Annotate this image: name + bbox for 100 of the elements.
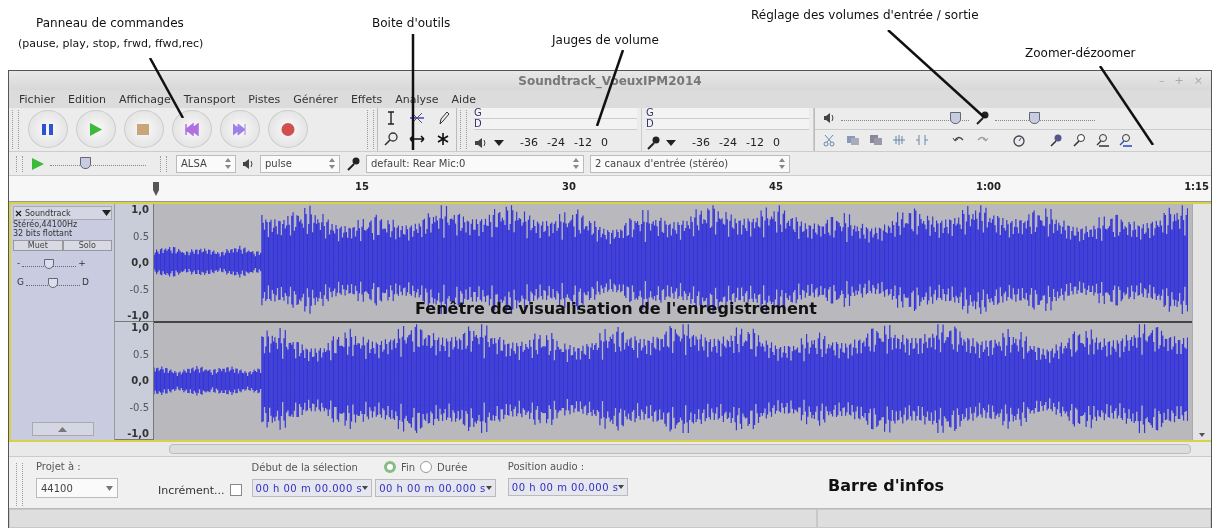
playhead-icon <box>152 182 160 197</box>
radio-button[interactable] <box>383 461 396 473</box>
slider-thumb[interactable] <box>949 111 961 124</box>
menu-item[interactable]: Edition <box>67 92 106 106</box>
combo-value: ALSA <box>181 158 207 169</box>
caret-icon <box>106 485 113 491</box>
output-device-dropdown[interactable]: pulse <box>260 154 340 173</box>
triangle-icon <box>58 426 67 432</box>
track-name-menu[interactable]: Soundtrack <box>13 206 112 221</box>
asterisk-icon[interactable] <box>435 131 451 148</box>
annotation-label: Réglage des volumes d'entrée / sortie <box>751 8 979 22</box>
checkbox[interactable] <box>229 484 242 496</box>
scrollbar-arrow-icon[interactable] <box>1199 433 1205 438</box>
caret-icon[interactable] <box>494 139 504 146</box>
scrollbar-thumb[interactable] <box>169 444 1191 455</box>
ruler-label: 1:15 <box>1184 181 1209 193</box>
spinner-icon <box>225 158 231 169</box>
slider-thumb[interactable] <box>80 157 92 169</box>
input-device-dropdown[interactable]: default: Rear Mic:0 <box>366 154 584 173</box>
scissors-icon[interactable] <box>823 133 837 148</box>
slider-thumb[interactable] <box>48 277 58 288</box>
project-rate-dropdown[interactable]: 44100 <box>36 478 118 498</box>
caret-icon <box>618 485 625 489</box>
zoom-fit-icon[interactable] <box>1118 133 1132 148</box>
annotation-label: (pause, play, stop, frwd, ffwd,rec) <box>18 37 204 50</box>
record-button[interactable] <box>268 110 308 149</box>
radio-button[interactable] <box>420 461 433 473</box>
track-name: Soundtrack <box>25 208 72 218</box>
spinner-icon <box>779 158 785 169</box>
speaker-icon[interactable] <box>474 135 488 150</box>
skip-end-icon <box>233 122 247 136</box>
slider-label: D <box>82 277 89 288</box>
slider-thumb[interactable] <box>1029 111 1041 124</box>
caret-icon[interactable] <box>666 139 676 146</box>
caret-icon <box>362 486 369 490</box>
timer-icon[interactable] <box>1012 133 1026 148</box>
checkbox-label: Incrément... <box>158 483 225 497</box>
speaker-icon <box>823 112 835 125</box>
menu-item[interactable]: Affichage <box>119 92 171 106</box>
combo-value: default: Rear Mic:0 <box>371 158 466 169</box>
toolbar-grip[interactable] <box>460 109 467 149</box>
zoom-fit-icon[interactable] <box>1095 133 1109 148</box>
channel-label: D <box>474 118 483 129</box>
annotation-label: Zoomer-dézoomer <box>1025 46 1136 60</box>
channel-label: D <box>646 118 655 129</box>
skip-start-button[interactable] <box>172 110 212 149</box>
copy-icon[interactable] <box>846 133 860 148</box>
track-toggle-button[interactable]: Solo <box>62 240 112 252</box>
host-dropdown[interactable]: ALSA <box>176 154 236 173</box>
ruler-label: 45 <box>769 181 783 193</box>
toolbar-grip[interactable] <box>16 155 23 172</box>
caret-icon <box>102 210 111 217</box>
scale-label: 0.5 <box>133 348 149 360</box>
slider-label: - <box>17 258 21 269</box>
pause-button[interactable] <box>28 110 68 149</box>
channel-label: G <box>646 107 655 118</box>
microphone-icon[interactable] <box>646 135 660 150</box>
combo-value: 44100 <box>41 482 73 494</box>
radio-label: Fin <box>400 461 416 473</box>
spinner-icon <box>573 158 579 169</box>
slider-thumb[interactable] <box>44 258 55 269</box>
channels-dropdown[interactable]: 2 canaux d'entrée (stéréo) <box>590 154 790 173</box>
close-icon[interactable] <box>14 208 23 218</box>
menu-item[interactable]: Transport <box>183 92 236 106</box>
speaker-icon <box>242 157 254 170</box>
menu-item[interactable]: Aide <box>451 92 476 106</box>
time-field[interactable]: 00 h 00 m 00.000 s <box>507 478 629 496</box>
play-button[interactable] <box>76 110 116 149</box>
timeline-ruler[interactable]: 15 30 45 1:00 1:15 <box>9 176 1211 203</box>
ruler-label: 30 <box>562 181 576 193</box>
time-field[interactable]: 00 h 00 m 00.000 s <box>375 479 496 497</box>
trim-icon[interactable] <box>892 133 906 148</box>
paste-icon[interactable] <box>869 133 883 148</box>
zoom-in-icon[interactable] <box>1049 133 1063 148</box>
zoom-icon[interactable] <box>383 131 399 148</box>
zoom-out-icon[interactable] <box>1072 133 1086 148</box>
menu-item[interactable]: Effets <box>350 92 383 106</box>
scale-label: -0.5 <box>129 401 149 413</box>
toolbar-grip[interactable] <box>16 463 23 506</box>
play-icon[interactable] <box>32 157 44 170</box>
toolbar-grip[interactable] <box>12 109 19 149</box>
combo-value: pulse <box>265 158 292 169</box>
skip-end-button[interactable] <box>220 110 260 149</box>
time-field[interactable]: 00 h 00 m 00.000 s <box>251 479 373 497</box>
scale-label: 1,0 <box>131 322 149 334</box>
meter-scale-label: -12 <box>745 136 764 150</box>
toolbar-grip[interactable] <box>367 109 374 149</box>
menu-item[interactable]: Générer <box>293 92 338 106</box>
meter-scale-label: -36 <box>520 136 538 150</box>
menu-item[interactable]: Pistes <box>248 92 281 106</box>
toolbar-grip[interactable] <box>160 155 167 172</box>
channel-label: G <box>474 107 483 118</box>
collapse-button[interactable] <box>31 422 94 437</box>
radio-label: Durée <box>437 461 468 473</box>
menu-item[interactable]: Fichier <box>19 92 55 106</box>
field-label: Début de la sélection <box>251 461 358 473</box>
meter-scale-label: 0 <box>600 136 608 150</box>
combo-value: 2 canaux d'entrée (stéréo) <box>595 158 729 169</box>
track-toggle-button[interactable]: Muet <box>13 240 63 252</box>
scale-label: 1,0 <box>131 204 149 216</box>
